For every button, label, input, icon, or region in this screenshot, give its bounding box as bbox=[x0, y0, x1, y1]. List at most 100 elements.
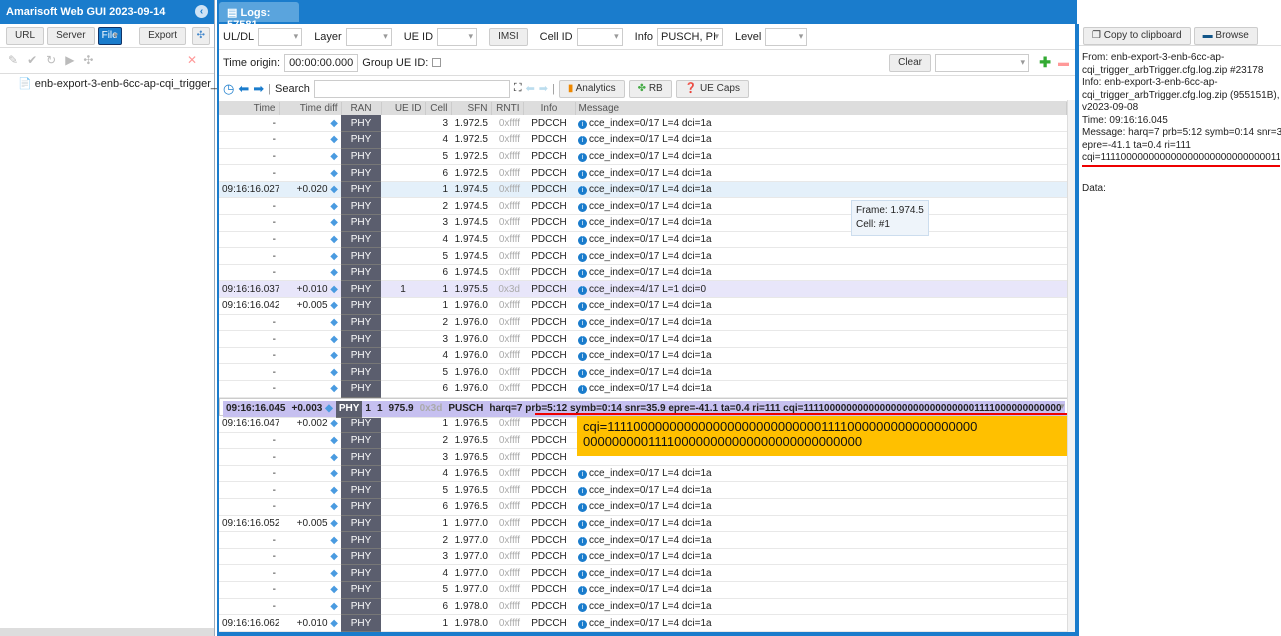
uldl-select[interactable] bbox=[258, 27, 303, 46]
table-row[interactable]: - ◆ PHY 4 1.972.5 0xffff PDCCH i cce_index=0/17… bbox=[219, 131, 1067, 149]
table-row[interactable]: - ◆ PHY 3 1.972.5 0xffff PDCCH i cce_index=0/17… bbox=[219, 115, 1067, 133]
level-select[interactable] bbox=[765, 27, 808, 46]
cell-info: PDCCH bbox=[523, 598, 575, 616]
cell-sfn: 1.972.5 bbox=[451, 131, 491, 149]
server-button[interactable]: Server bbox=[47, 27, 95, 45]
column-header-ue-id[interactable]: UE ID bbox=[381, 102, 426, 115]
group-ue-checkbox[interactable] bbox=[432, 58, 442, 67]
vertical-scrollbar[interactable] bbox=[1067, 100, 1075, 632]
direction-icon: ◆ bbox=[330, 366, 338, 378]
next-match-icon[interactable]: ➡ bbox=[539, 82, 548, 95]
search-bar: ◷ ⬅ ➡ | Search ⛶ ⬅ ➡ | ▮ Analytics ✤ RB ❓… bbox=[219, 76, 1075, 102]
table-row[interactable]: - ◆ PHY 5 1.976.0 0xffff PDCCH i cce_index=0/17… bbox=[219, 363, 1067, 381]
table-row[interactable]: 09:16:16.042 +0.005 ◆ PHY 1 1.976.0 0xffff PDC… bbox=[219, 297, 1067, 315]
table-row[interactable]: - ◆ PHY 3 1.974.5 0xffff PDCCH i cce_index=0/17… bbox=[219, 214, 1067, 232]
layer-select[interactable] bbox=[345, 27, 392, 46]
cell-ue-id bbox=[381, 363, 425, 381]
time-text: - bbox=[272, 484, 276, 496]
column-header-rnti[interactable]: RNTI bbox=[491, 102, 524, 115]
table-row[interactable]: - ◆ PHY 4 1.976.0 0xffff PDCCH i cce_index=0/17… bbox=[219, 347, 1067, 365]
cell-ran: PHY bbox=[341, 581, 381, 599]
cell-sfn: 1.974.5 bbox=[451, 181, 491, 199]
table-row[interactable]: - ◆ PHY 2 1.977.0 0xffff PDCCH i cce_index=0/17… bbox=[219, 531, 1067, 549]
table-row[interactable]: - ◆ PHY 6 1.974.5 0xffff PDCCH i cce_index=0/17… bbox=[219, 264, 1067, 282]
export-button[interactable]: Export bbox=[139, 27, 186, 45]
table-row[interactable]: - ◆ PHY 5 1.974.5 0xffff PDCCH i cce_index=0/17… bbox=[219, 247, 1067, 265]
rnti-text: 0xffff bbox=[498, 501, 520, 513]
check-icon[interactable]: ✔ bbox=[27, 53, 46, 67]
refresh-icon[interactable]: ↻ bbox=[46, 53, 65, 67]
table-row[interactable]: - ◆ PHY 3 1.977.0 0xffff PDCCH i cce_index=0/17… bbox=[219, 548, 1067, 566]
file-button[interactable]: File bbox=[97, 27, 122, 45]
remove-filter-icon[interactable]: ▬ bbox=[1058, 57, 1069, 69]
horizontal-scrollbar[interactable] bbox=[0, 628, 214, 636]
cell-rnti: 0x3d bbox=[491, 280, 523, 299]
column-header-info[interactable]: Info bbox=[523, 102, 576, 115]
table-row[interactable]: 09:16:16.027 +0.020 ◆ PHY 1 1.974.5 0xffff PDC… bbox=[219, 181, 1067, 199]
table-row[interactable]: - ◆ PHY 6 1.978.0 0xffff PDCCH i cce_index=0/17… bbox=[219, 598, 1067, 616]
cell-cell: 5 bbox=[425, 581, 451, 599]
tab-logs[interactable]: ▤ Logs: 57581 bbox=[219, 2, 299, 31]
sfn-text: 1.975.5 bbox=[454, 283, 488, 295]
cell-time-diff: +0.005 ◆ bbox=[279, 297, 341, 315]
table-row[interactable]: - ◆ PHY 3 1.976.0 0xffff PDCCH i cce_index=0/17… bbox=[219, 330, 1067, 348]
browse-button[interactable]: ▬ Browse bbox=[1193, 27, 1258, 45]
cell-cell: 3 bbox=[425, 548, 451, 566]
collapse-icon[interactable]: ‹ bbox=[195, 5, 208, 18]
table-row[interactable]: 09:16:16.062 +0.010 ◆ PHY 1 1.978.0 0xffff PDC… bbox=[219, 614, 1067, 632]
filter-preset-select[interactable] bbox=[935, 53, 1029, 72]
forward-arrow-icon[interactable]: ➡ bbox=[253, 81, 264, 97]
info-select[interactable]: PUSCH, PI bbox=[657, 27, 723, 46]
table-row[interactable]: 09:16:16.052 +0.005 ◆ PHY 1 1.977.0 0xffff PDC… bbox=[219, 515, 1067, 533]
clear-button[interactable]: Clear bbox=[889, 53, 931, 72]
play-icon[interactable]: ▶ bbox=[65, 53, 83, 67]
table-row[interactable]: - ◆ PHY 2 1.976.0 0xffff PDCCH i cce_index=0/17… bbox=[219, 314, 1067, 332]
wrench-icon[interactable]: ✎ bbox=[8, 53, 27, 67]
settings-icon[interactable]: ✣ bbox=[191, 27, 210, 45]
cell-info: PDCCH bbox=[523, 297, 575, 315]
imsi-button[interactable]: IMSI bbox=[489, 27, 528, 46]
rb-button[interactable]: ✤ RB bbox=[628, 79, 672, 98]
column-header-message[interactable]: Message bbox=[575, 102, 1067, 115]
cell-message: i cce_index=0/17 L=4 dci=1a bbox=[575, 214, 1067, 232]
cell-sfn: 1.976.0 bbox=[451, 363, 491, 381]
add-filter-icon[interactable]: ✚ bbox=[1039, 54, 1051, 71]
table-row[interactable]: - ◆ PHY 2 1.974.5 0xffff PDCCH i cce_index=0/17… bbox=[219, 197, 1067, 216]
url-button[interactable]: URL bbox=[6, 27, 45, 45]
clock-icon[interactable]: ◷ bbox=[223, 81, 234, 97]
table-row[interactable]: - ◆ PHY 5 1.972.5 0xffff PDCCH i cce_index=0/17… bbox=[219, 148, 1067, 166]
close-icon[interactable]: ✕ bbox=[187, 53, 206, 67]
file-tree-item[interactable]: 📄 enb-export-3-enb-6cc-ap-cqi_trigger_ar… bbox=[0, 74, 248, 93]
table-row[interactable]: - ◆ PHY 6 1.972.5 0xffff PDCCH i cce_index=0/17… bbox=[219, 164, 1067, 182]
table-row[interactable]: - ◆ PHY 5 1.976.5 0xffff PDCCH i cce_index=0/17… bbox=[219, 481, 1067, 500]
column-header-time[interactable]: Time bbox=[219, 102, 280, 115]
direction-icon: ◆ bbox=[330, 233, 338, 245]
table-row[interactable]: - ◆ PHY 6 1.976.0 0xffff PDCCH i cce_index=0/17… bbox=[219, 380, 1067, 398]
binoculars-icon[interactable]: ⛶ bbox=[514, 82, 522, 95]
copy-clipboard-button[interactable]: ❐ Copy to clipboard bbox=[1083, 27, 1191, 45]
table-row[interactable]: - ◆ PHY 5 1.977.0 0xffff PDCCH i cce_index=0/17… bbox=[219, 581, 1067, 599]
ueid-select[interactable] bbox=[437, 27, 478, 46]
table-row[interactable]: - ◆ PHY 4 1.976.5 0xffff PDCCH i cce_index=0/17… bbox=[219, 465, 1067, 483]
cell-cell: 1 bbox=[425, 415, 451, 433]
table-row[interactable]: - ◆ PHY 6 1.976.5 0xffff PDCCH i cce_index=0/17… bbox=[219, 498, 1067, 516]
column-header-sfn[interactable]: SFN bbox=[451, 102, 492, 115]
column-header-ran[interactable]: RAN bbox=[341, 102, 382, 115]
table-row[interactable]: 09:16:16.037 +0.010 ◆ PHY 1 1 1.975.5 0x3d PDCC… bbox=[219, 280, 1067, 299]
back-arrow-icon[interactable]: ⬅ bbox=[238, 81, 249, 97]
table-row[interactable]: - ◆ PHY 4 1.977.0 0xffff PDCCH i cce_index=0/17… bbox=[219, 564, 1067, 583]
uecaps-button[interactable]: ❓ UE Caps bbox=[675, 79, 749, 98]
analytics-button[interactable]: ▮ Analytics bbox=[558, 79, 625, 98]
direction-icon: ◆ bbox=[330, 117, 338, 129]
prev-match-icon[interactable]: ⬅ bbox=[526, 82, 535, 95]
table-row[interactable]: - ◆ PHY 4 1.974.5 0xffff PDCCH i cce_index=0/17… bbox=[219, 231, 1067, 249]
cellid-select[interactable] bbox=[576, 27, 623, 46]
add-icon[interactable]: ✣ bbox=[83, 53, 102, 67]
info-text: PDCCH bbox=[531, 517, 567, 529]
search-input[interactable] bbox=[313, 79, 510, 98]
cell-rnti: 0xffff bbox=[491, 197, 523, 216]
info-icon: i bbox=[578, 352, 587, 362]
time-origin-input[interactable]: 00:00:00.000 bbox=[284, 53, 359, 72]
column-header-time-diff[interactable]: Time diff bbox=[279, 102, 342, 115]
column-header-cell[interactable]: Cell bbox=[425, 102, 452, 115]
